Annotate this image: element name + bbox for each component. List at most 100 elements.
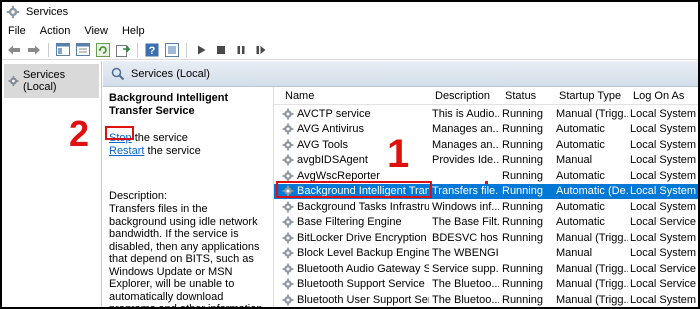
- console-tree-icon[interactable]: [55, 42, 71, 58]
- menu-action[interactable]: Action: [40, 25, 71, 37]
- cell-status: Running: [502, 262, 543, 275]
- properties-icon[interactable]: [75, 42, 91, 58]
- cell-name-text: AvgWscReporter: [297, 169, 380, 182]
- cell-startup-type: Automatic (De...: [556, 185, 628, 197]
- column-header-log-on-as[interactable]: Log On As: [630, 87, 698, 104]
- cell-log-on-as: Local Service: [630, 262, 697, 275]
- cell-startup-type: Automatic: [556, 200, 605, 213]
- cell-startup-type: Manual (Trigg...: [556, 262, 628, 275]
- restart-icon[interactable]: [253, 42, 269, 58]
- table-row[interactable]: avgbIDSAgent Provides Ide... Running Manual…: [274, 153, 698, 168]
- cell-name-text: avgbIDSAgent: [297, 154, 368, 166]
- cell-log-on-as: Local System: [630, 293, 697, 306]
- callout-highlight-stop-link: [105, 126, 134, 140]
- cell-name: Bluetooth Audio Gateway Se...: [282, 261, 429, 276]
- pause-icon[interactable]: [233, 42, 249, 58]
- cell-description: This is Audio...: [432, 107, 499, 120]
- table-row[interactable]: Block Level Backup Engine S...The WBENGI…: [274, 246, 698, 261]
- cell-description: Manages an...: [432, 138, 499, 151]
- cell-status: Running: [502, 216, 543, 228]
- export-list-icon[interactable]: [115, 42, 131, 58]
- cell-log-on-as: Local System: [630, 200, 697, 213]
- table-row[interactable]: Bluetooth Audio Gateway Se...Service sup…: [274, 261, 698, 276]
- cell-startup-type: Manual (Trigg...: [556, 293, 628, 306]
- tree-item-services-local[interactable]: Services (Local): [4, 64, 99, 98]
- cell-status: Running: [502, 200, 543, 213]
- service-gear-icon: [282, 216, 297, 228]
- restart-service-link[interactable]: Restart: [109, 145, 144, 157]
- help-icon[interactable]: ?: [144, 42, 160, 58]
- cell-description: Transfers file...: [432, 185, 499, 197]
- cell-log-on-as: Local System: [630, 231, 697, 244]
- cell-status: Running: [502, 169, 543, 182]
- service-gear-icon: [282, 294, 297, 306]
- table-row[interactable]: Base Filtering Engine The Base Filt... Run…: [274, 215, 698, 230]
- cell-description: Provides Ide...: [432, 154, 499, 166]
- cell-startup-type: Manual (Trigg...: [556, 278, 628, 290]
- help-topics-icon[interactable]: [164, 42, 180, 58]
- cell-log-on-as: Local Service: [630, 278, 697, 290]
- column-header-startup-type[interactable]: Startup Type: [556, 87, 628, 104]
- tree-item-label: Services (Local): [22, 69, 66, 93]
- cell-log-on-as: Local Service: [630, 216, 697, 228]
- cell-description: Windows inf...: [432, 200, 499, 213]
- cell-name-text: Background Tasks Infrastruc...: [297, 200, 429, 213]
- table-row[interactable]: AVCTP service This is Audio... Running Manu…: [274, 106, 698, 121]
- table-row[interactable]: Background Tasks Infrastruc...Windows in…: [274, 199, 698, 214]
- menu-file[interactable]: File: [8, 25, 26, 37]
- cell-log-on-as: Local System: [630, 138, 697, 151]
- cell-name: Background Tasks Infrastruc...: [282, 199, 429, 214]
- forward-arrow-icon[interactable]: [26, 42, 42, 58]
- cell-name-text: BitLocker Drive Encryption S...: [297, 231, 429, 244]
- table-row[interactable]: BitLocker Drive Encryption S...BDESVC ho…: [274, 230, 698, 245]
- services-window: Services File Action View Help ? Service…: [0, 0, 700, 309]
- cell-log-on-as: Local System: [630, 247, 697, 259]
- toolbar-separator: [186, 42, 187, 57]
- cell-description: Service supp...: [432, 262, 499, 275]
- table-row[interactable]: Bluetooth User Support Servi...The Bluet…: [274, 292, 698, 307]
- cell-startup-type: Automatic: [556, 169, 605, 182]
- table-row[interactable]: AVG Tools Manages an... Running Automatic Lo…: [274, 137, 698, 152]
- callout-highlight-selected-service: [276, 181, 432, 198]
- service-gear-icon: [282, 123, 297, 135]
- column-header-status[interactable]: Status: [502, 87, 552, 104]
- play-icon[interactable]: [193, 42, 209, 58]
- refresh-icon[interactable]: [95, 42, 111, 58]
- cell-name: AVCTP service: [282, 106, 429, 121]
- service-gear-icon: [282, 139, 297, 151]
- cell-status: Running: [502, 154, 543, 166]
- menu-view[interactable]: View: [84, 25, 108, 37]
- column-header-description[interactable]: Description: [432, 87, 499, 104]
- cell-status: Running: [502, 107, 543, 120]
- cell-log-on-as: Local System: [630, 107, 697, 120]
- cell-startup-type: Manual: [556, 247, 593, 259]
- column-header-name[interactable]: Name: [282, 87, 429, 104]
- callout-number-two: 2: [69, 113, 90, 154]
- cell-log-on-as: Local System: [630, 169, 697, 182]
- title-bar: Services: [2, 2, 698, 22]
- callout-number-one: 1: [387, 132, 410, 176]
- cell-startup-type: Manual (Trigg...: [556, 107, 628, 120]
- cell-name: Base Filtering Engine: [282, 215, 429, 230]
- back-arrow-icon[interactable]: [6, 42, 22, 58]
- services-gear-icon: [6, 5, 20, 19]
- cell-description: The Bluetoo...: [432, 278, 499, 290]
- cell-description: BDESVC hos...: [432, 231, 499, 244]
- callout-dot: [485, 181, 488, 184]
- stop-service-text: the service: [131, 132, 188, 144]
- cell-name-text: Block Level Backup Engine S...: [297, 247, 429, 259]
- cell-name-text: AVG Tools: [297, 138, 348, 151]
- toolbar-separator: [137, 42, 138, 57]
- cell-status: [502, 246, 552, 261]
- cell-status: Running: [502, 231, 543, 244]
- stop-icon[interactable]: [213, 42, 229, 58]
- table-row[interactable]: Bluetooth Support Service The Bluetoo... R…: [274, 277, 698, 292]
- toolbar: ?: [2, 40, 698, 60]
- restart-service-text: the service: [144, 145, 201, 157]
- cell-status: Running: [502, 278, 543, 290]
- table-row[interactable]: AVG Antivirus Manages an... Running Automat…: [274, 122, 698, 137]
- cell-name-text: Bluetooth Support Service: [297, 278, 425, 290]
- menu-help[interactable]: Help: [122, 25, 145, 37]
- cell-log-on-as: Local System: [630, 154, 697, 166]
- cell-name-text: Bluetooth User Support Servi...: [297, 293, 429, 306]
